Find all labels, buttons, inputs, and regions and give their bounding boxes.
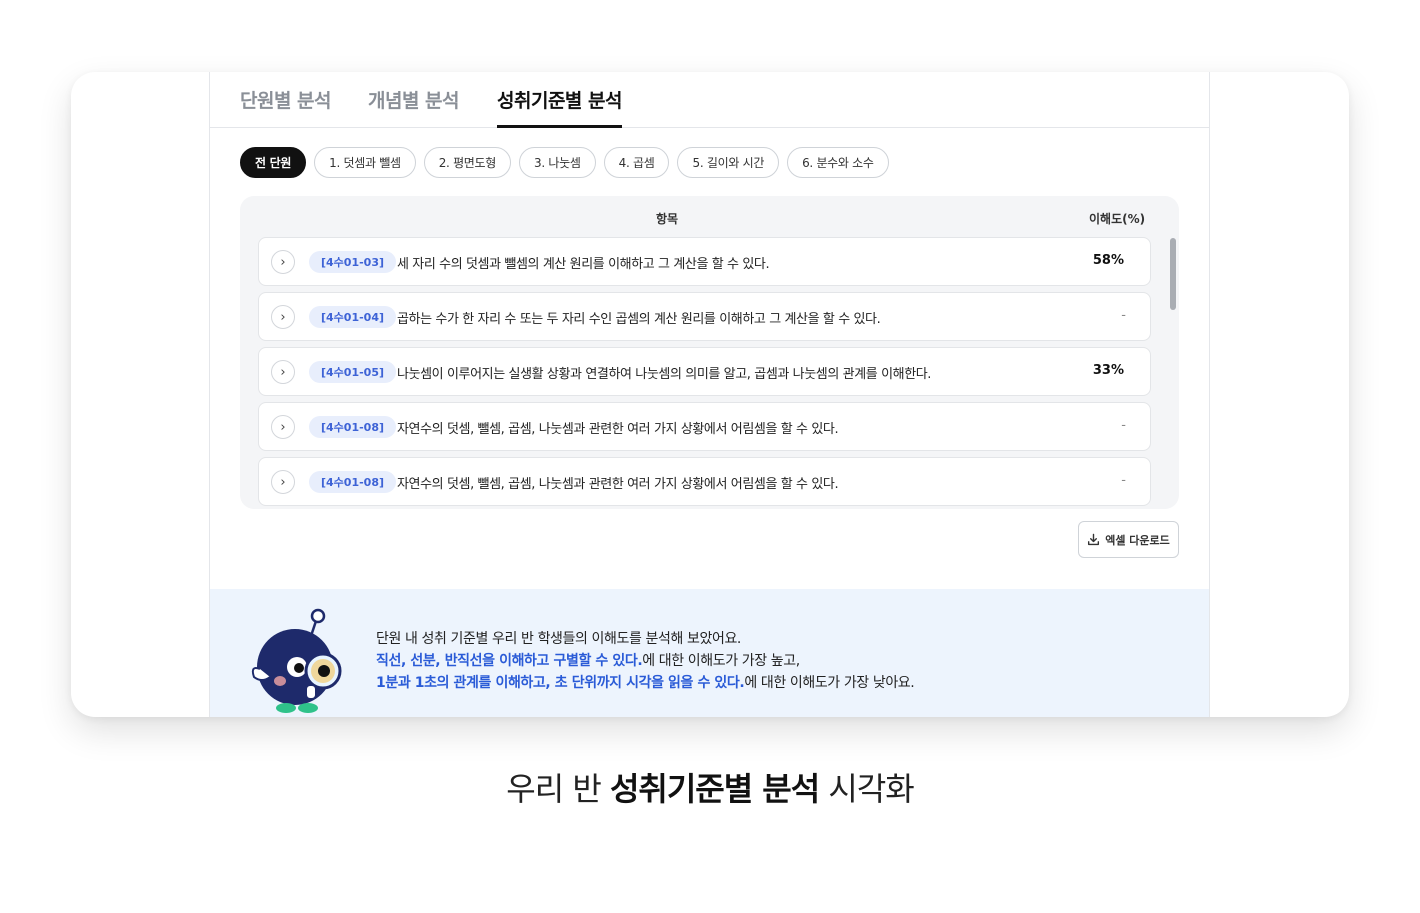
- summary-text: 단원 내 성취 기준별 우리 반 학생들의 이해도를 분석해 보았어요. 직선,…: [376, 628, 915, 694]
- table-row[interactable]: › [4수01-04] 곱하는 수가 한 자리 수 또는 두 자리 수인 곱셈의…: [258, 292, 1151, 341]
- tab-standard-analysis[interactable]: 성취기준별 분석: [497, 86, 622, 128]
- mascot-magnifier-icon: [251, 608, 342, 713]
- chip-unit-3[interactable]: 3. 나눗셈: [519, 147, 596, 178]
- lowest-standard: 1분과 1초의 관계를 이해하고, 초 단위까지 시각을 읽을 수 있다.: [376, 675, 745, 691]
- standard-code: [4수01-04]: [309, 306, 397, 328]
- standard-code: [4수01-08]: [309, 471, 397, 493]
- standard-description: 자연수의 덧셈, 뺄셈, 곱셈, 나눗셈과 관련한 여러 가지 상황에서 어림셈…: [397, 422, 839, 437]
- chevron-right-icon[interactable]: ›: [271, 415, 295, 439]
- chevron-right-icon[interactable]: ›: [271, 305, 295, 329]
- understanding-rate: -: [1121, 473, 1126, 488]
- understanding-rate: -: [1121, 308, 1126, 323]
- summary-line-1: 단원 내 성취 기준별 우리 반 학생들의 이해도를 분석해 보았어요.: [376, 631, 741, 647]
- table-row[interactable]: › [4수01-08] 자연수의 덧셈, 뺄셈, 곱셈, 나눗셈과 관련한 여러…: [258, 457, 1151, 506]
- standard-description: 곱하는 수가 한 자리 수 또는 두 자리 수인 곱셈의 계산 원리를 이해하고…: [397, 312, 881, 327]
- understanding-rate: 58%: [1092, 253, 1124, 268]
- summary-line-3: 1분과 1초의 관계를 이해하고, 초 단위까지 시각을 읽을 수 있다.에 대…: [376, 672, 915, 694]
- table-scrollbar[interactable]: [1170, 238, 1176, 310]
- highest-standard: 직선, 선분, 반직선을 이해하고 구별할 수 있다.: [376, 653, 643, 669]
- table-rows: › [4수01-03] 세 자리 수의 덧셈과 뺄셈의 계산 원리를 이해하고 …: [258, 237, 1151, 509]
- download-icon: [1088, 533, 1100, 546]
- chip-unit-5[interactable]: 5. 길이와 시간: [677, 147, 780, 178]
- tab-concept-analysis[interactable]: 개념별 분석: [368, 86, 460, 128]
- chevron-right-icon[interactable]: ›: [271, 250, 295, 274]
- page-caption: 우리 반 성취기준별 분석 시각화: [0, 764, 1420, 810]
- summary-line-2: 직선, 선분, 반직선을 이해하고 구별할 수 있다.에 대한 이해도가 가장 …: [376, 650, 914, 672]
- analysis-summary: 단원 내 성취 기준별 우리 반 학생들의 이해도를 분석해 보았어요. 직선,…: [210, 589, 1209, 717]
- standard-description: 나눗셈이 이루어지는 실생활 상황과 연결하여 나눗셈의 의미를 알고, 곱셈과…: [397, 367, 932, 382]
- caption-post: 시각화: [819, 770, 914, 808]
- understanding-rate: 33%: [1092, 363, 1124, 378]
- chevron-right-icon[interactable]: ›: [271, 360, 295, 384]
- screenshot-card: 단원별 분석 개념별 분석 성취기준별 분석 전 단원 1. 덧셈과 뺄셈 2.…: [71, 72, 1349, 717]
- analysis-panel: 단원별 분석 개념별 분석 성취기준별 분석 전 단원 1. 덧셈과 뺄셈 2.…: [209, 72, 1210, 717]
- understanding-rate: -: [1121, 418, 1126, 433]
- standards-table: 항목 이해도(%) › [4수01-03] 세 자리 수의 덧셈과 뺄셈의 계산…: [240, 196, 1179, 509]
- standard-description: 세 자리 수의 덧셈과 뺄셈의 계산 원리를 이해하고 그 계산을 할 수 있다…: [397, 257, 770, 272]
- standard-code: [4수01-08]: [309, 416, 397, 438]
- caption-pre: 우리 반: [506, 770, 610, 808]
- chip-unit-6[interactable]: 6. 분수와 소수: [787, 147, 889, 178]
- tab-bar: 단원별 분석 개념별 분석 성취기준별 분석: [210, 72, 1209, 128]
- table-row[interactable]: › [4수01-05] 나눗셈이 이루어지는 실생활 상황과 연결하여 나눗셈의…: [258, 347, 1151, 396]
- chip-unit-2[interactable]: 2. 평면도형: [423, 147, 512, 178]
- standard-code: [4수01-05]: [309, 361, 397, 383]
- standard-description: 자연수의 덧셈, 뺄셈, 곱셈, 나눗셈과 관련한 여러 가지 상황에서 어림셈…: [397, 477, 839, 492]
- unit-filter-chips: 전 단원 1. 덧셈과 뺄셈 2. 평면도형 3. 나눗셈 4. 곱셈 5. 길…: [240, 147, 889, 178]
- summary-line-3-rest: 에 대한 이해도가 가장 낮아요.: [744, 675, 915, 691]
- excel-download-button[interactable]: 엑셀 다운로드: [1078, 521, 1179, 558]
- caption-bold: 성취기준별 분석: [609, 770, 820, 808]
- tab-unit-analysis[interactable]: 단원별 분석: [240, 86, 332, 128]
- table-row[interactable]: › [4수01-08] 자연수의 덧셈, 뺄셈, 곱셈, 나눗셈과 관련한 여러…: [258, 402, 1151, 451]
- standard-code: [4수01-03]: [309, 251, 397, 273]
- chevron-right-icon[interactable]: ›: [271, 470, 295, 494]
- chip-unit-4[interactable]: 4. 곱셈: [603, 147, 670, 178]
- chip-all-units[interactable]: 전 단원: [240, 147, 307, 178]
- chip-unit-1[interactable]: 1. 덧셈과 뺄셈: [314, 147, 416, 178]
- summary-line-2-rest: 에 대한 이해도가 가장 높고,: [642, 653, 800, 669]
- header-rate: 이해도(%): [1089, 212, 1146, 226]
- header-item: 항목: [656, 212, 679, 226]
- table-row[interactable]: › [4수01-03] 세 자리 수의 덧셈과 뺄셈의 계산 원리를 이해하고 …: [258, 237, 1151, 286]
- download-label: 엑셀 다운로드: [1105, 533, 1170, 547]
